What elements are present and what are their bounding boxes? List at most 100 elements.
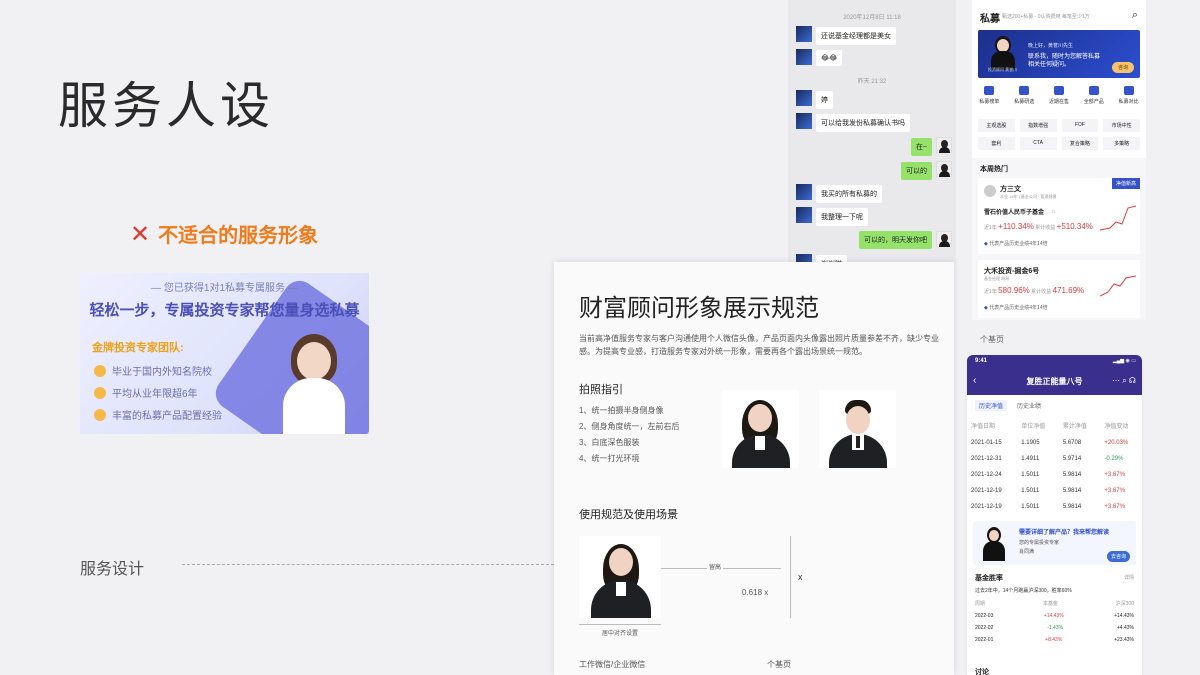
chat-bubble: 可以的 [901,162,932,180]
tab-performance-history[interactable]: 历史业绩 [1013,400,1045,411]
hot-fund-card[interactable]: 大禾投资-掘金6号 基金经理 胡昂 近1年 580.96% 累计收益 471.6… [978,260,1140,318]
consult-button[interactable]: 去咨询 [1106,551,1130,562]
search-icon[interactable]: ⌕ [1132,9,1138,22]
return-label: 近1年 [984,289,997,295]
chat-bubble: 可以给我发份私募确认书吗 [816,114,910,132]
table-row: 2022-03 +14.43% +14.43% [975,613,1134,619]
compare-icon [1123,86,1134,95]
strategy-tag[interactable]: FOF [1061,119,1099,132]
app-nav: 私募榜单 私募研选 近期在售 全部产品 私募对比 [972,86,1146,105]
hot-title: 本周热门 [980,166,1008,173]
client-avatar [796,184,812,200]
banner-item: 毕业于国内外知名院校 [94,363,212,378]
phone-header: 9:41 ▂▄▆ ◉ ▭ ‹ 复胜正能量八号 ⋯ ⌕ ☊ [967,355,1142,395]
banner-item: 丰富的私募产品配置经验 [94,407,222,422]
dimension-label: 留高 [707,562,724,571]
return-label: 累计收益 [1031,289,1052,295]
details-link[interactable]: 详情 [1124,574,1134,581]
ratio-label: 0.618 x [742,588,769,597]
strategy-tag[interactable]: 市场中性 [1103,119,1140,132]
strategy-tag[interactable]: 复合策略 [1061,137,1099,150]
wechat-chat-panel: 2020年12月8日 11:18 还说基金经理都是美女 😂😂 昨天 21:32 … [788,0,956,264]
guide-item: 1、统一拍摄半身侧身像 [579,406,664,415]
client-avatar [796,26,812,42]
client-avatar [796,90,812,106]
nav-item[interactable]: 私募研选 [1014,86,1034,105]
return-label: 累计收益 [1035,225,1056,231]
banner-top-text: — 您已获得1对1私募专属服务 — [151,283,298,294]
table-row: 2021-12-31 1.4911 5.9714 -0.29% [971,456,1124,462]
nav-item[interactable]: 私募对比 [1119,86,1139,105]
trend-sparkline [1100,275,1136,297]
phone-tabs: 历史净值 历史业绩 [967,395,1142,416]
banner-team-label: 金牌投资专家团队: [92,342,184,354]
strategy-tag[interactable]: CTA [1019,137,1057,150]
section-label: 服务设计 [80,559,145,578]
calendar-icon [1053,86,1064,95]
win-rate-title: 基金胜率 [975,575,1003,582]
nav-item[interactable]: 全部产品 [1084,86,1104,105]
strategy-tag[interactable]: 多策略 [1103,137,1140,150]
medal-icon [94,386,106,399]
tab-nav-history[interactable]: 历史净值 [975,400,1008,411]
bad-example-label: ✕ 不适合的服务形象 [130,219,318,248]
nav-table: 净值日期 单位净值 累计净值 净值变动 2021-01-15 1.1905 5.67… [967,416,1142,515]
manager-name: 方三文 [1000,186,1021,193]
manager-name: 基金经理 胡昂 [984,276,1010,281]
ask-sub: 您的专属投资专家 [1019,540,1060,546]
client-avatar [796,49,812,65]
sample-photo-man [819,390,896,468]
discuss-tab[interactable]: 讨论 [975,667,989,675]
bad-example-banner: — 您已获得1对1私募专属服务 — 轻松一步，专属投资专家帮您量身选私募 金牌投… [80,273,369,434]
more-icon[interactable]: ⋯ ⌕ ☊ [1112,376,1136,386]
usage-sample-photo [579,536,661,618]
advisor-hero[interactable]: 投资顾问 黄誉川 晚上好，黄誉川先生 联系我，随时为您解答私募 相关任何疑问。 … [978,30,1140,78]
nav-item[interactable]: 近期在售 [1049,86,1069,105]
bad-example-text: 不适合的服务形象 [158,223,319,247]
height-line [790,536,791,618]
table-header: 沪深300 [1115,601,1134,607]
chat-bubble: 可以的，明天发你吧 [859,231,932,249]
table-row: 2021-01-15 1.1905 5.6708 +20.03% [971,440,1129,446]
fund-name: 大禾投资-掘金6号 [984,268,1040,275]
hero-consult-button[interactable]: 咨询 [1111,62,1134,73]
status-badge: 净值新高 [1111,178,1140,189]
table-header: 本基金 [1042,601,1058,607]
table-row: 2021-12-19 1.5011 5.9814 +3.67% [971,504,1125,510]
manager-sub: 从业 14年 | 基金公司 · 管理规模 [1000,194,1057,199]
guide-item: 3、白底深色服装 [579,438,640,447]
info-icon: ◆ [984,305,988,311]
strategy-tag[interactable]: 指数增强 [1019,119,1057,132]
section-divider [182,564,554,565]
table-row: 2021-12-24 1.5011 5.9814 +3.67% [971,472,1125,478]
banner-headline: 轻松一步，专属投资专家帮您量身选私募 [89,302,360,319]
slide-title: 服务人设 [58,77,274,135]
strategy-tag[interactable]: 主观选股 [978,119,1015,132]
hero-advisor-name: 投资顾问 黄誉川 [988,67,1018,72]
return-label: 近1年 [984,225,997,231]
strategy-tag[interactable]: 套利 [978,137,1015,150]
table-row: 2022-02 -1.43% +4.43% [975,625,1134,631]
center-label: 居中对齐设置 [601,631,638,637]
status-icons: ▂▄▆ ◉ ▭ [1112,358,1136,364]
fund-tag: □ [1052,209,1055,214]
table-row: 2021-12-19 1.5011 5.9814 +3.67% [971,488,1125,494]
nav-item[interactable]: 私募榜单 [979,86,999,105]
trend-sparkline [1100,205,1136,231]
chat-bubble: 😂😂 [816,50,843,66]
hero-line: 相关任何疑问。 [1028,62,1071,68]
fund-footer: ◆ 代表产品历史业绩4年14倍 [984,305,1048,311]
ranking-icon [984,86,995,95]
guide-item: 4、统一打光环境 [579,454,640,463]
ask-name: 肖同满 [1019,549,1035,555]
app-title: 私募 [980,14,1000,25]
guide-item: 2、侧身角度统一，左前右后 [579,422,680,431]
table-header: 净值变动 [1104,424,1129,430]
table-header: 单位净值 [1021,424,1046,430]
table-header: 累计净值 [1062,424,1087,430]
private-fund-home: 私募 甄选200+私募 · 0认购费用 每笔至少1万 ⌕ 投资顾问 黄誉川 晚上… [972,0,1146,158]
medal-icon [94,364,106,377]
hero-greeting: 晚上好，黄誉川先生 [1028,43,1074,49]
hot-fund-card[interactable]: 方三文 从业 14年 | 基金公司 · 管理规模 净值新高 雪石价值人民币子基金… [978,178,1140,254]
advisor-ask-card[interactable]: 需要详细了解产品？我来帮您解读 您的专属投资专家 肖同满 去咨询 [973,521,1136,565]
